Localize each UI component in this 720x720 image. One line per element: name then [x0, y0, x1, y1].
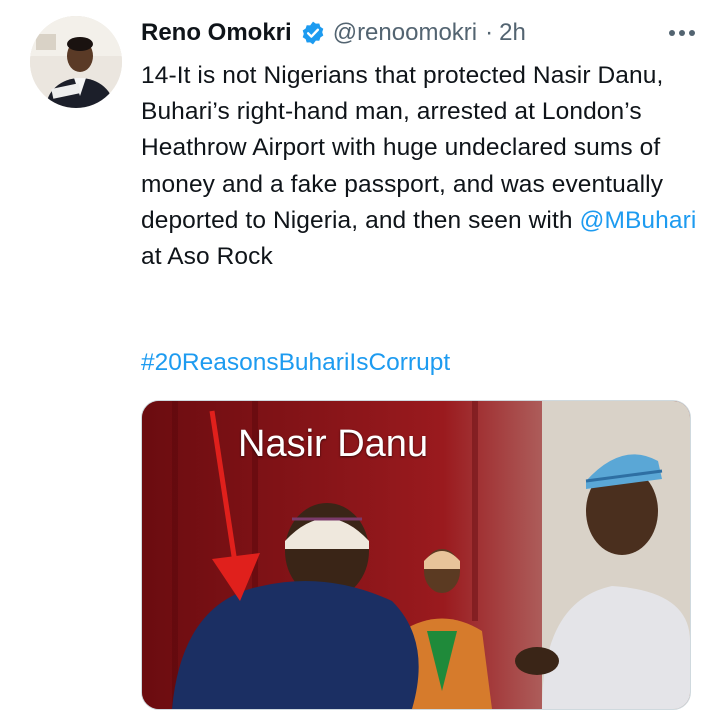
tweet-media-image[interactable]: Nasir Danu: [141, 400, 691, 710]
avatar[interactable]: [30, 16, 122, 108]
hashtag-link[interactable]: #20ReasonsBuhariIsCorrupt: [141, 345, 450, 381]
author-handle[interactable]: @renoomokri: [333, 19, 477, 47]
media-caption: Nasir Danu: [238, 423, 429, 465]
verified-badge-icon: [300, 20, 326, 46]
mention-link[interactable]: @MBuhari: [579, 207, 696, 234]
tweet-text: 14-It is not Nigerians that protected Na…: [141, 58, 701, 275]
more-options-icon[interactable]: [664, 18, 700, 48]
header-separator: ·: [485, 19, 494, 46]
tweet-card[interactable]: Reno Omokri @renoomokri · 2h 14-It is no…: [0, 0, 720, 720]
author-name[interactable]: Reno Omokri: [141, 19, 292, 47]
avatar-photo: [30, 16, 122, 108]
tweet-header: Reno Omokri @renoomokri · 2h: [141, 16, 700, 50]
tweet-timestamp[interactable]: 2h: [499, 19, 526, 47]
tweet-text-part: at Aso Rock: [141, 243, 273, 271]
